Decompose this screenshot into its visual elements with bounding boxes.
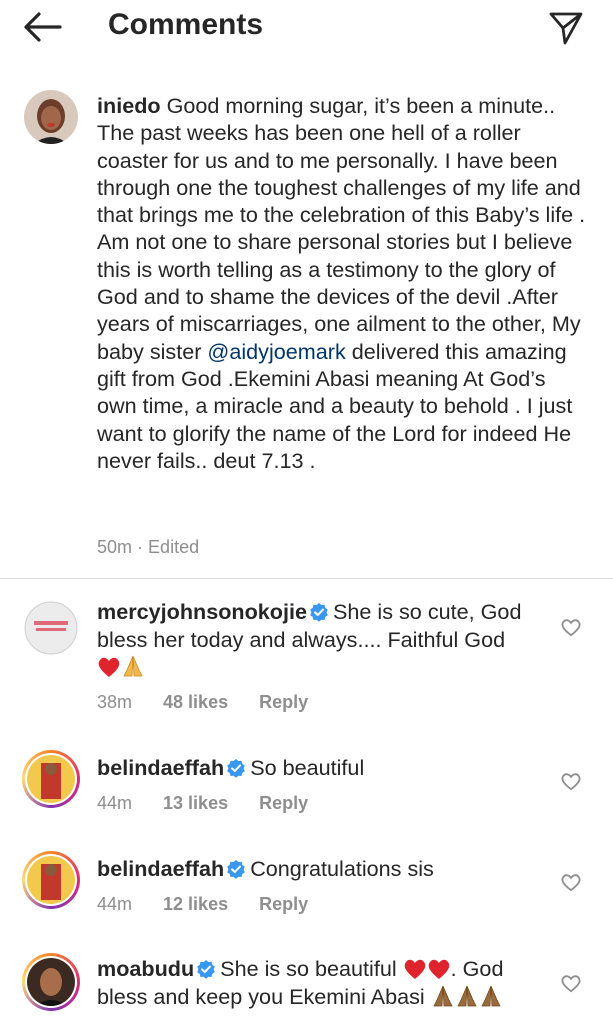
comment-text: belindaeffah Congratulations sis — [97, 855, 547, 883]
likes-count[interactable]: 13 likes — [163, 793, 228, 813]
avatar[interactable] — [24, 601, 78, 655]
edited-label: Edited — [148, 537, 200, 557]
likes-count[interactable]: 48 likes — [163, 692, 228, 712]
heart-outline-icon[interactable] — [560, 973, 582, 993]
comment-meta: 44m 13 likes Reply — [97, 793, 334, 814]
praying-hands-icon — [123, 655, 143, 677]
verified-badge-icon — [227, 860, 245, 879]
comment-username[interactable]: moabudu — [97, 956, 194, 981]
comment-body: Congratulations sis — [250, 856, 434, 881]
caption-text: iniedo Good morning sugar, it’s been a m… — [97, 92, 587, 474]
verified-badge-icon — [197, 960, 215, 979]
caption-username[interactable]: iniedo — [97, 93, 161, 118]
red-heart-icon — [98, 657, 120, 677]
reply-button[interactable]: Reply — [259, 894, 308, 914]
comment-username[interactable]: belindaeffah — [97, 856, 224, 881]
praying-hands-icon — [457, 985, 477, 1006]
praying-hands-icon — [481, 985, 501, 1006]
avatar[interactable] — [22, 851, 80, 909]
reply-button[interactable]: Reply — [259, 793, 308, 813]
comment-time: 44m — [97, 894, 133, 914]
top-bar: Comments — [0, 0, 613, 56]
comment-text: belindaeffah So beautiful — [97, 754, 547, 782]
comment-time: 38m — [97, 692, 133, 712]
comment-meta: 38m 48 likes Reply — [97, 692, 334, 713]
comment-body: So beautiful — [250, 755, 365, 780]
comment-username[interactable]: mercyjohnsonokojie — [97, 599, 307, 624]
heart-outline-icon[interactable] — [560, 617, 582, 637]
mention-link[interactable]: @aidyjoemark — [207, 339, 345, 364]
comment-text: mercyjohnsonokojie She is so cute, God bl… — [97, 598, 547, 681]
verified-badge-icon — [227, 759, 245, 778]
reply-button[interactable]: Reply — [259, 692, 308, 712]
caption-body: Good morning sugar, it’s been a minute..… — [97, 93, 586, 364]
heart-outline-icon[interactable] — [560, 872, 582, 892]
arrow-left-icon[interactable] — [22, 10, 62, 44]
comment-meta: 44m 12 likes Reply — [97, 894, 334, 915]
likes-count[interactable]: 12 likes — [163, 894, 228, 914]
comment-time: 44m — [97, 793, 133, 813]
avatar[interactable] — [22, 750, 80, 808]
comment-body: She is so beautiful — [220, 956, 397, 981]
verified-badge-icon — [310, 603, 328, 622]
paper-plane-icon[interactable] — [548, 10, 584, 46]
caption-time: 50m — [97, 537, 133, 557]
page-title: Comments — [108, 8, 264, 41]
red-heart-icon — [428, 959, 449, 979]
meta-separator: · — [137, 537, 144, 557]
caption-meta: 50m · Edited — [97, 537, 199, 558]
red-heart-icon — [404, 959, 425, 979]
comment-text: moabudu She is so beautiful . God bless a… — [97, 955, 547, 1010]
heart-outline-icon[interactable] — [560, 771, 582, 791]
avatar[interactable] — [22, 953, 80, 1011]
avatar[interactable] — [24, 90, 78, 144]
comment-username[interactable]: belindaeffah — [97, 755, 224, 780]
divider — [0, 578, 613, 579]
praying-hands-icon — [433, 985, 453, 1006]
